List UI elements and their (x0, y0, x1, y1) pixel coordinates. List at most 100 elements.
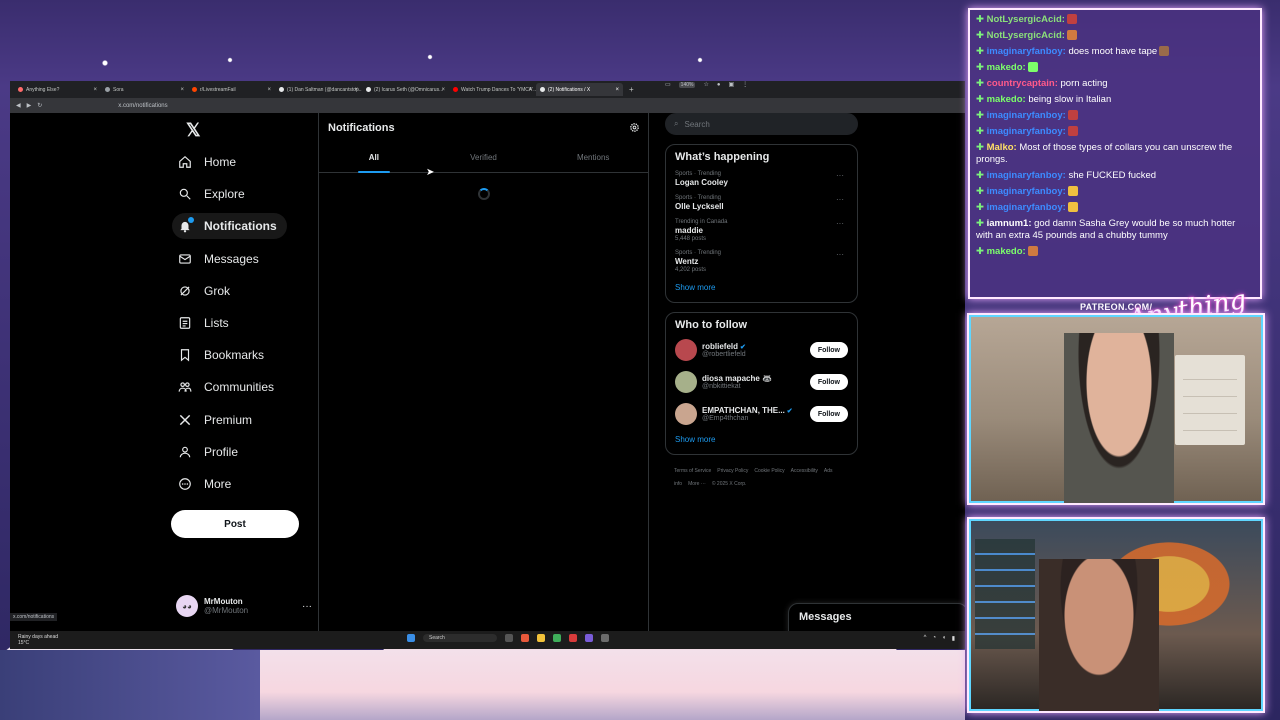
close-icon[interactable]: × (528, 87, 532, 93)
browser-tab[interactable]: (2) Notifications / X × (536, 83, 623, 96)
show-more-follow-link[interactable]: Show more (675, 435, 848, 444)
chat-username[interactable]: makedo: (987, 246, 1026, 257)
browser-tab[interactable]: Sora × (101, 83, 188, 96)
chat-username[interactable]: imaginaryfanboy: (987, 170, 1066, 181)
footer-link[interactable]: Cookie Policy (754, 468, 784, 474)
tray-chevron-icon[interactable]: ^ (924, 635, 927, 642)
profile-icon[interactable]: ● (717, 82, 721, 88)
trend-item[interactable]: Sports · Trending Olle Lycksell ··· (675, 195, 848, 211)
trend-item[interactable]: Sports · Trending Logan Cooley ··· (675, 171, 848, 187)
trend-item[interactable]: Trending in Canada maddie 5,448 posts ··· (675, 219, 848, 242)
chat-username[interactable]: iamnum1: (987, 218, 1032, 229)
chrome-icon[interactable] (553, 634, 561, 642)
weather-widget[interactable]: Rainy days ahead 15°C (18, 634, 58, 646)
chat-username[interactable]: imaginaryfanboy: (987, 46, 1066, 57)
follow-button[interactable]: Follow (809, 374, 848, 390)
chat-username[interactable]: NotLysergicAcid: (987, 14, 1065, 25)
gear-icon[interactable] (629, 122, 640, 133)
follow-suggestion[interactable]: robliefeld ✔ @robertliefeld Follow (675, 339, 848, 361)
extensions-icon[interactable]: ▣ (728, 81, 734, 88)
trend-item[interactable]: Sports · Trending Wentz 4,202 posts ··· (675, 250, 848, 273)
sidebar-item-more[interactable]: More (172, 471, 241, 497)
reload-icon[interactable]: ↻ (37, 102, 42, 109)
tab-all[interactable]: All (319, 143, 429, 173)
footer-link[interactable]: Accessibility (791, 468, 818, 474)
account-info: robliefeld ✔ @robertliefeld (702, 342, 746, 358)
footer-link[interactable]: More ··· (688, 481, 706, 487)
show-more-trends-link[interactable]: Show more (675, 283, 848, 292)
close-icon[interactable]: × (615, 87, 619, 93)
sidebar-item-home[interactable]: Home (172, 149, 246, 175)
app-icon[interactable] (601, 634, 609, 642)
browser-tab[interactable]: r/LivestreamFail × (188, 83, 275, 96)
folder-icon[interactable] (537, 634, 545, 642)
wifi-icon[interactable]: ◔ (932, 635, 936, 642)
more-dots-icon[interactable]: ··· (836, 250, 844, 259)
sidebar-item-communities[interactable]: Communities (172, 374, 284, 400)
chat-username[interactable]: NotLysergicAcid: (987, 30, 1065, 41)
close-icon[interactable]: × (267, 87, 271, 93)
sidebar-item-grok[interactable]: Grok (172, 278, 240, 304)
browser-tab[interactable]: (2) Icarus Seth (@Omnicarus... × (362, 83, 449, 96)
new-tab-icon[interactable]: + (629, 85, 634, 94)
sidebar-item-profile[interactable]: Profile (172, 439, 248, 465)
browser-tab[interactable]: Anything Else? × (14, 83, 101, 96)
chat-username[interactable]: countrycaptain: (987, 78, 1058, 89)
footer-link[interactable]: Terms of Service (674, 468, 711, 474)
chat-username[interactable]: imaginaryfanboy: (987, 110, 1066, 121)
chat-username[interactable]: makedo: (987, 62, 1026, 73)
star-icon[interactable]: ☆ (703, 81, 708, 88)
x-logo-icon[interactable]: 𝕏 (186, 120, 201, 141)
browser-tab[interactable]: Watch Trump Dances To 'YMCA'... × (449, 83, 536, 96)
messages-drawer[interactable]: Messages (788, 603, 965, 633)
more-dots-icon[interactable]: ··· (302, 601, 312, 612)
follow-button[interactable]: Follow (809, 342, 848, 358)
chat-username[interactable]: Malko: (987, 142, 1017, 153)
chat-username[interactable]: imaginaryfanboy: (987, 186, 1066, 197)
browser-app-icon[interactable] (521, 634, 529, 642)
tab-verified[interactable]: Verified (429, 143, 539, 172)
taskbar-search[interactable]: Search (423, 634, 497, 642)
sidebar-item-notifications[interactable]: Notifications (172, 213, 287, 240)
forward-icon[interactable]: ▶ (27, 102, 32, 109)
search-input[interactable]: ⌕ Search (665, 113, 858, 135)
windows-start-icon[interactable] (407, 634, 415, 642)
footer-link[interactable]: Privacy Policy (717, 468, 748, 474)
sidebar-item-messages[interactable]: Messages (172, 246, 269, 272)
close-icon[interactable]: × (441, 87, 445, 93)
extension-icon[interactable]: ▭ (665, 81, 671, 88)
battery-icon[interactable]: ▮ (952, 635, 955, 642)
volume-icon[interactable]: ◖ (942, 635, 946, 642)
sidebar-item-bookmarks[interactable]: Bookmarks (172, 342, 274, 368)
tab-mentions[interactable]: Mentions (538, 143, 648, 172)
close-icon[interactable]: × (354, 87, 358, 93)
follow-suggestion[interactable]: diosa mapache 🦝 @nbkittiekat Follow (675, 371, 848, 393)
more-dots-icon[interactable]: ··· (836, 171, 844, 180)
obs-icon[interactable] (569, 634, 577, 642)
close-icon[interactable]: × (180, 87, 184, 93)
sidebar-item-explore[interactable]: Explore (172, 181, 255, 207)
account-switcher[interactable]: ◕◕ MrMouton @MrMouton ··· (176, 595, 312, 617)
chat-username[interactable]: imaginaryfanboy: (987, 202, 1066, 213)
menu-icon[interactable]: ⋮ (742, 81, 748, 88)
discord-icon[interactable] (585, 634, 593, 642)
close-icon[interactable]: × (93, 87, 97, 93)
follow-button[interactable]: Follow (809, 406, 848, 422)
more-circle-icon (179, 478, 191, 490)
more-dots-icon[interactable]: ··· (836, 219, 844, 228)
sidebar-item-lists[interactable]: Lists (172, 310, 239, 336)
chat-username[interactable]: makedo: (987, 94, 1026, 105)
chat-text: porn acting (1060, 78, 1108, 89)
browser-tab[interactable]: (1) Dan Saltman (@dancantstop... × (275, 83, 362, 96)
url-field[interactable]: x.com/notifications (118, 103, 167, 109)
more-dots-icon[interactable]: ··· (836, 195, 844, 204)
post-button[interactable]: Post (171, 510, 299, 538)
zoom-indicator[interactable]: 140% (678, 81, 696, 88)
back-icon[interactable]: ◀ (16, 102, 21, 109)
sidebar-item-premium[interactable]: Premium (172, 407, 262, 433)
task-view-icon[interactable] (505, 634, 513, 642)
chat-username[interactable]: imaginaryfanboy: (987, 126, 1066, 137)
notification-badge (188, 217, 194, 224)
footer-link[interactable]: © 2025 X Corp. (712, 481, 747, 487)
follow-suggestion[interactable]: EMPATHCHAN, THE... ✔ @Emp4thchan Follow (675, 403, 848, 425)
